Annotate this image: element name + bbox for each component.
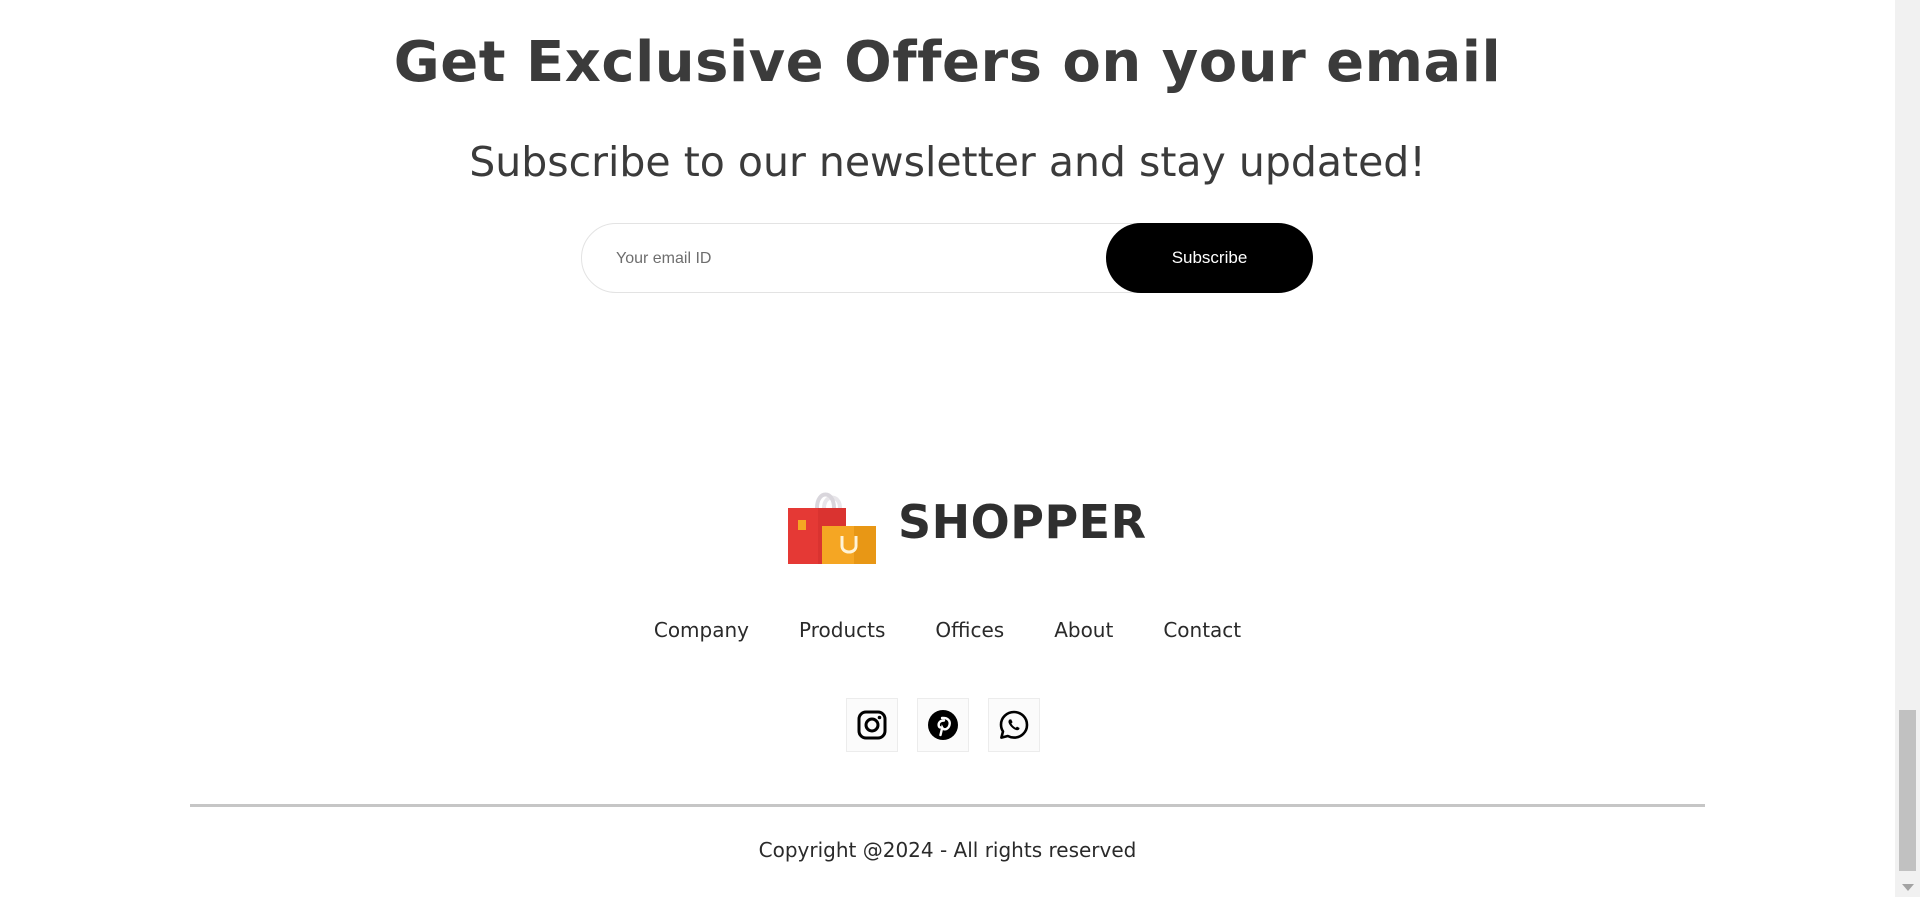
footer-nav-offices[interactable]: Offices [935,618,1004,642]
footer-nav-company[interactable]: Company [654,618,749,642]
shopping-bags-icon [788,492,876,564]
newsletter-subheadline: Subscribe to our newsletter and stay upd… [469,138,1426,186]
footer-nav-products[interactable]: Products [799,618,885,642]
pinterest-link[interactable] [917,698,969,752]
brand-name: SHOPPER [898,495,1147,549]
page-content: Get Exclusive Offers on your email Subsc… [0,0,1895,897]
scroll-down-arrow-icon[interactable] [1902,884,1914,891]
whatsapp-link[interactable] [988,698,1040,752]
copyright-text: Copyright @2024 - All rights reserved [758,838,1137,862]
footer-nav-about[interactable]: About [1054,618,1113,642]
subscribe-button[interactable]: Subscribe [1106,223,1313,293]
footer-brand[interactable]: SHOPPER [788,480,1147,564]
vertical-scrollbar[interactable] [1895,0,1920,897]
footer-nav-contact[interactable]: Contact [1163,618,1241,642]
email-input[interactable] [614,224,1088,294]
newsletter-headline: Get Exclusive Offers on your email [393,30,1502,95]
whatsapp-icon [999,710,1029,739]
footer-divider [190,804,1705,807]
social-links [846,698,1040,752]
instagram-link[interactable] [846,698,898,752]
newsletter-form: Subscribe [581,223,1313,294]
scrollbar-thumb[interactable] [1899,710,1916,871]
footer-nav: Company Products Offices About Contact [0,618,1895,642]
page: Get Exclusive Offers on your email Subsc… [0,0,1920,897]
pinterest-icon [928,710,958,740]
instagram-icon [857,710,887,740]
